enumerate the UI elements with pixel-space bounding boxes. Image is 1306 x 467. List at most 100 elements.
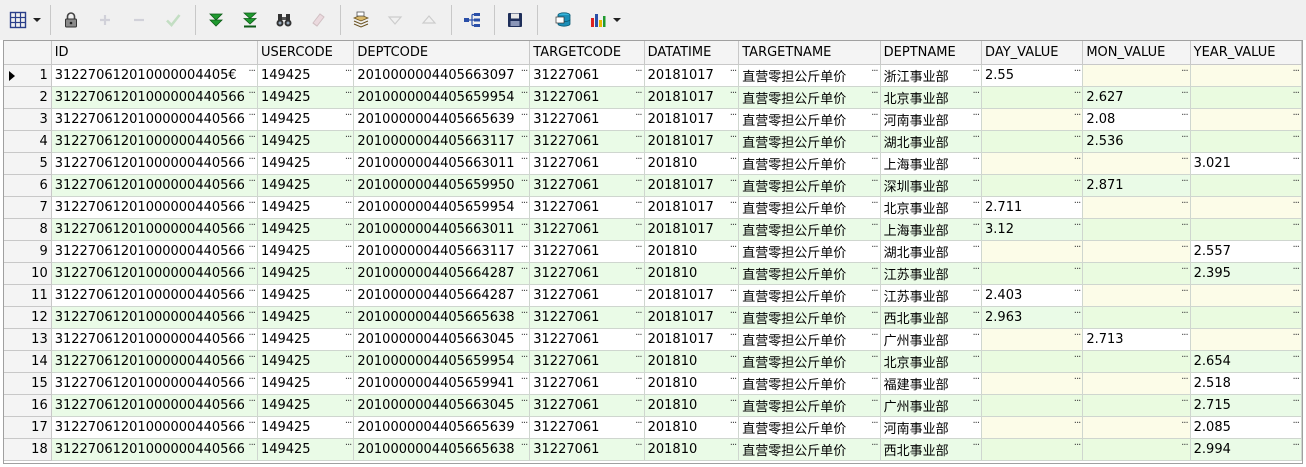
cell-id[interactable]: 31227061201000000440566 ··· — [51, 196, 258, 219]
cell-editor-ellipsis-icon[interactable]: ··· — [345, 396, 352, 407]
cell-year-value[interactable]: ··· — [1190, 196, 1302, 219]
cell-editor-ellipsis-icon[interactable]: ··· — [248, 154, 255, 165]
chart-button[interactable] — [584, 6, 612, 34]
cell-datatime[interactable]: 20181017 ··· — [644, 328, 740, 351]
cell-day-value[interactable]: ··· — [981, 262, 1084, 285]
cell-targetcode[interactable]: 31227061 ··· — [529, 306, 645, 329]
find-button[interactable] — [270, 6, 298, 34]
cell-targetname[interactable]: 直营零担公斤单价 ··· — [738, 416, 881, 439]
cell-editor-ellipsis-icon[interactable]: ··· — [730, 286, 737, 297]
cell-targetname[interactable]: 直营零担公斤单价 ··· — [738, 86, 881, 109]
cell-editor-ellipsis-icon[interactable]: ··· — [1181, 396, 1188, 407]
column-header-deptname[interactable]: DEPTNAME — [880, 41, 983, 65]
cell-day-value[interactable]: ··· — [981, 240, 1084, 263]
cell-editor-ellipsis-icon[interactable]: ··· — [1074, 132, 1081, 143]
cell-editor-ellipsis-icon[interactable]: ··· — [248, 418, 255, 429]
cell-day-value[interactable]: ··· — [981, 438, 1084, 461]
cell-id[interactable]: 31227061201000000440566 ··· — [51, 130, 258, 153]
cell-editor-ellipsis-icon[interactable]: ··· — [1292, 264, 1299, 275]
cell-targetname[interactable]: 直营零担公斤单价 ··· — [738, 196, 881, 219]
cell-year-value[interactable]: ··· — [1190, 284, 1302, 307]
cell-targetname[interactable]: 直营零担公斤单价 ··· — [738, 328, 881, 351]
cell-year-value[interactable]: 2.557 ··· — [1190, 240, 1302, 263]
cell-editor-ellipsis-icon[interactable]: ··· — [730, 396, 737, 407]
delete-record-button[interactable] — [125, 6, 153, 34]
cell-editor-ellipsis-icon[interactable]: ··· — [1181, 176, 1188, 187]
cell-targetname[interactable]: 直营零担公斤单价 ··· — [738, 108, 881, 131]
cell-id[interactable]: 31227061201000000440566 ··· — [51, 86, 258, 109]
cell-editor-ellipsis-icon[interactable]: ··· — [248, 286, 255, 297]
cell-day-value[interactable]: ··· — [981, 372, 1084, 395]
cell-targetname[interactable]: 直营零担公斤单价 ··· — [738, 262, 881, 285]
cell-editor-ellipsis-icon[interactable]: ··· — [972, 396, 979, 407]
cell-datatime[interactable]: 201810 ··· — [644, 394, 740, 417]
cell-editor-ellipsis-icon[interactable]: ··· — [521, 132, 528, 143]
cell-editor-ellipsis-icon[interactable]: ··· — [635, 88, 642, 99]
cell-targetcode[interactable]: 31227061 ··· — [529, 284, 645, 307]
cell-editor-ellipsis-icon[interactable]: ··· — [871, 154, 878, 165]
cell-deptname[interactable]: 广州事业部 ··· — [880, 394, 983, 417]
cell-editor-ellipsis-icon[interactable]: ··· — [871, 66, 878, 77]
cell-targetcode[interactable]: 31227061 ··· — [529, 372, 645, 395]
cell-targetcode[interactable]: 31227061 ··· — [529, 86, 645, 109]
cell-editor-ellipsis-icon[interactable]: ··· — [248, 352, 255, 363]
cell-editor-ellipsis-icon[interactable]: ··· — [521, 154, 528, 165]
row-number[interactable]: 4 — [4, 130, 52, 153]
column-header-id[interactable]: ID — [51, 41, 258, 65]
cell-editor-ellipsis-icon[interactable]: ··· — [730, 88, 737, 99]
cell-mon-value[interactable]: ··· — [1082, 262, 1191, 285]
cell-targetname[interactable]: 直营零担公斤单价 ··· — [738, 64, 881, 87]
cell-editor-ellipsis-icon[interactable]: ··· — [521, 396, 528, 407]
cell-targetcode[interactable]: 31227061 ··· — [529, 64, 645, 87]
cell-deptname[interactable]: 西北事业部 ··· — [880, 438, 983, 461]
row-number[interactable]: 13 — [4, 328, 52, 351]
cell-editor-ellipsis-icon[interactable]: ··· — [730, 308, 737, 319]
cell-editor-ellipsis-icon[interactable]: ··· — [730, 264, 737, 275]
cell-id[interactable]: 31227061201000000440566 ··· — [51, 108, 258, 131]
cell-editor-ellipsis-icon[interactable]: ··· — [972, 88, 979, 99]
cell-editor-ellipsis-icon[interactable]: ··· — [1181, 242, 1188, 253]
cell-editor-ellipsis-icon[interactable]: ··· — [972, 374, 979, 385]
cell-day-value[interactable]: ··· — [981, 130, 1084, 153]
cell-id[interactable]: 31227061201000000440566 ··· — [51, 240, 258, 263]
cell-deptcode[interactable]: 2010000004405663045 ··· — [353, 394, 531, 417]
table-row[interactable]: 9 31227061201000000440566 ··· 149425 ··· 2010… — [4, 240, 1302, 263]
cell-editor-ellipsis-icon[interactable]: ··· — [1074, 374, 1081, 385]
cell-editor-ellipsis-icon[interactable]: ··· — [248, 440, 255, 451]
cell-editor-ellipsis-icon[interactable]: ··· — [1292, 110, 1299, 121]
cell-editor-ellipsis-icon[interactable]: ··· — [1292, 220, 1299, 231]
cell-mon-value[interactable]: ··· — [1082, 240, 1191, 263]
table-row[interactable]: 3 31227061201000000440566 ··· 149425 ··· 2010… — [4, 108, 1302, 131]
cell-editor-ellipsis-icon[interactable]: ··· — [345, 440, 352, 451]
cell-editor-ellipsis-icon[interactable]: ··· — [345, 110, 352, 121]
cell-editor-ellipsis-icon[interactable]: ··· — [345, 374, 352, 385]
row-number[interactable]: 8 — [4, 218, 52, 241]
post-edit-button[interactable] — [159, 6, 187, 34]
cell-usercode[interactable]: 149425 ··· — [257, 218, 355, 241]
cell-usercode[interactable]: 149425 ··· — [257, 64, 355, 87]
column-header-targetname[interactable]: TARGETNAME — [738, 41, 881, 65]
cell-editor-ellipsis-icon[interactable]: ··· — [248, 330, 255, 341]
cell-editor-ellipsis-icon[interactable]: ··· — [871, 286, 878, 297]
cell-deptname[interactable]: 西北事业部 ··· — [880, 306, 983, 329]
cell-editor-ellipsis-icon[interactable]: ··· — [1181, 374, 1188, 385]
table-row[interactable]: 17 31227061201000000440566 ··· 149425 ··· 201… — [4, 416, 1302, 439]
cell-editor-ellipsis-icon[interactable]: ··· — [248, 110, 255, 121]
cell-day-value[interactable]: ··· — [981, 416, 1084, 439]
cell-editor-ellipsis-icon[interactable]: ··· — [871, 374, 878, 385]
table-row[interactable]: 1 312270612010000004405€ ··· 149425 ··· 20100… — [4, 64, 1302, 87]
cell-editor-ellipsis-icon[interactable]: ··· — [871, 352, 878, 363]
cell-editor-ellipsis-icon[interactable]: ··· — [730, 66, 737, 77]
column-header-year-value[interactable]: YEAR_VALUE — [1190, 41, 1302, 65]
cell-mon-value[interactable]: ··· — [1082, 152, 1191, 175]
cell-editor-ellipsis-icon[interactable]: ··· — [1074, 198, 1081, 209]
cell-editor-ellipsis-icon[interactable]: ··· — [521, 264, 528, 275]
cell-targetname[interactable]: 直营零担公斤单价 ··· — [738, 130, 881, 153]
table-row[interactable]: 8 31227061201000000440566 ··· 149425 ··· 2010… — [4, 218, 1302, 241]
row-number[interactable]: 15 — [4, 372, 52, 395]
cell-editor-ellipsis-icon[interactable]: ··· — [972, 286, 979, 297]
table-row[interactable]: 2 31227061201000000440566 ··· 149425 ··· 2010… — [4, 86, 1302, 109]
table-row[interactable]: 10 31227061201000000440566 ··· 149425 ··· 201… — [4, 262, 1302, 285]
table-row[interactable]: 15 31227061201000000440566 ··· 149425 ··· 201… — [4, 372, 1302, 395]
cell-editor-ellipsis-icon[interactable]: ··· — [521, 66, 528, 77]
